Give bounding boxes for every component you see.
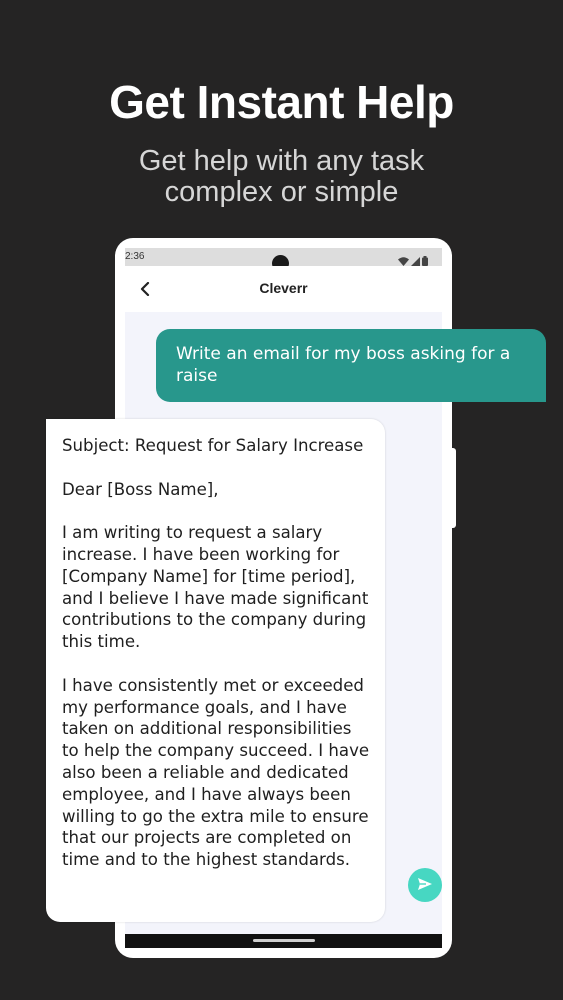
reply-greeting: Dear [Boss Name], xyxy=(62,479,219,499)
phone-side-button xyxy=(451,448,456,528)
home-indicator[interactable] xyxy=(253,939,315,942)
reply-paragraph-2: I have consistently met or exceeded my p… xyxy=(62,675,370,870)
send-button[interactable] xyxy=(408,868,442,902)
navigation-bar xyxy=(125,934,442,948)
promo-subline-line-1: Get help with any task xyxy=(138,145,425,177)
reply-paragraph-1: I am writing to request a salary increas… xyxy=(62,523,369,652)
promo-subline-line-2: complex or simple xyxy=(164,176,399,208)
promo-screen: Get Instant Help Get help with any task … xyxy=(0,0,563,1000)
promo-subline: Get help with any task complex or simple xyxy=(0,146,563,208)
assistant-reply-bubble: Subject: Request for Salary Increase Dea… xyxy=(46,419,385,922)
status-time: 2:36 xyxy=(125,251,145,262)
reply-subject: Subject: Request for Salary Increase xyxy=(62,436,364,455)
app-title: Cleverr xyxy=(259,280,308,296)
app-bar: Cleverr xyxy=(125,266,442,312)
promo-headline: Get Instant Help xyxy=(109,76,454,128)
send-icon xyxy=(417,876,433,895)
user-message-text: Write an email for my boss asking for a … xyxy=(176,344,511,386)
user-message-bubble: Write an email for my boss asking for a … xyxy=(156,329,546,402)
